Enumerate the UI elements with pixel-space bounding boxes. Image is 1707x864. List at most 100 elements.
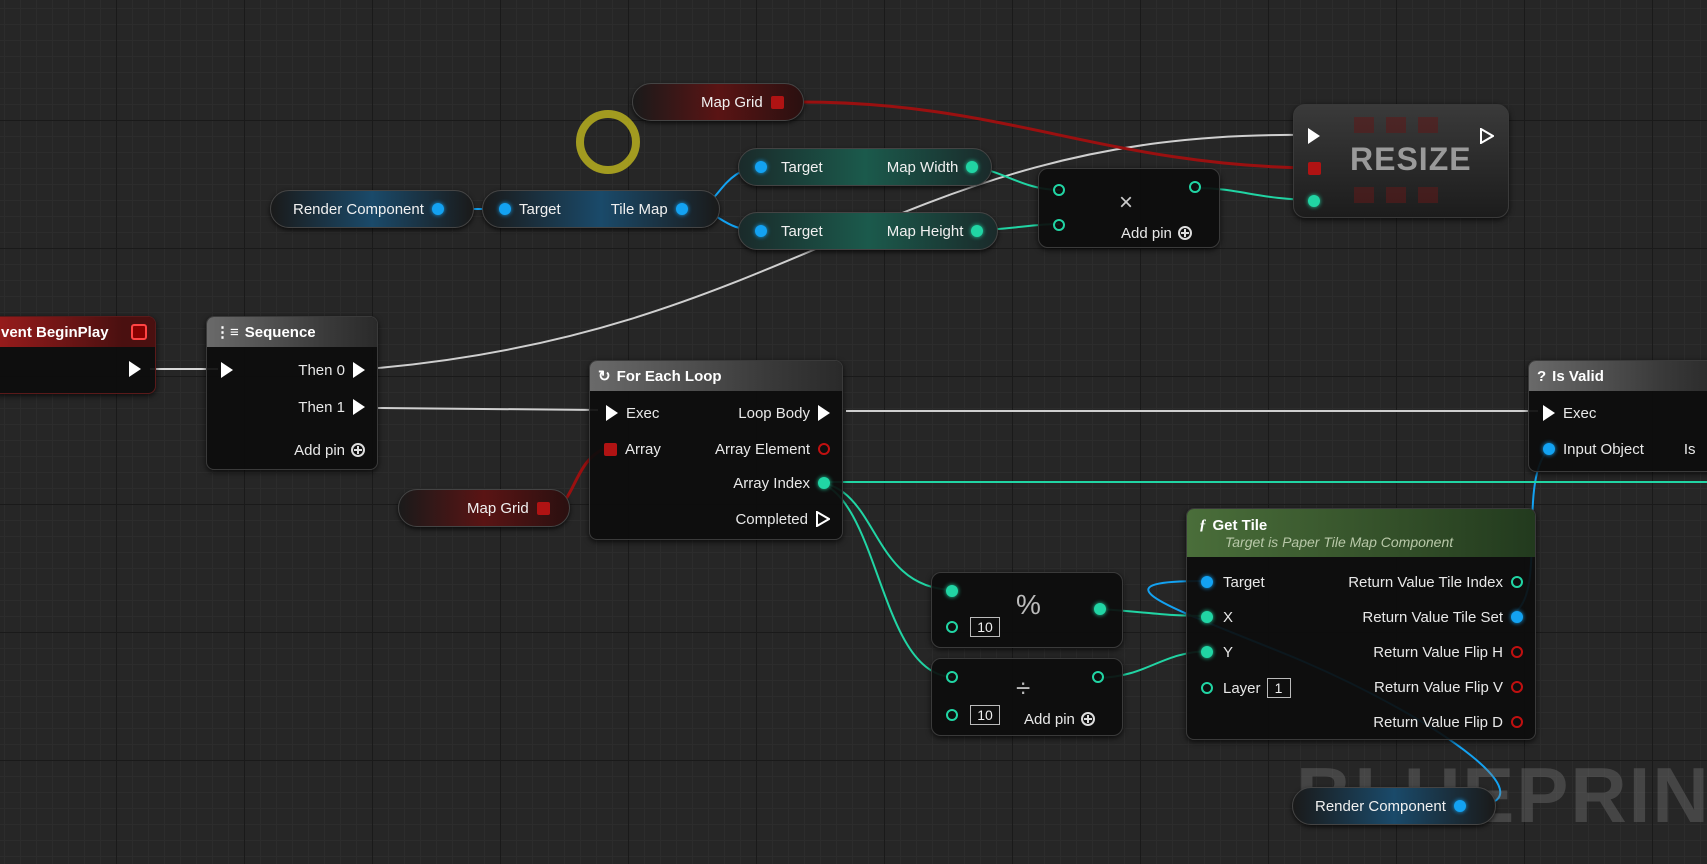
sequence-node[interactable]: ⋮≡ Sequence Then 0 Then 1 Add pin: [206, 316, 378, 470]
get-tile-layer-pin[interactable]: [1201, 682, 1213, 694]
resize-exec-out-icon[interactable]: [1480, 128, 1494, 144]
multiply-add-pin-button[interactable]: Add pin: [1121, 223, 1192, 243]
for-each-loop-header: ↻ For Each Loop: [590, 361, 842, 391]
map-width-output-pin[interactable]: [966, 161, 979, 173]
get-tile-output-0[interactable]: Return Value Tile Index: [1348, 572, 1523, 592]
get-tile-output-2[interactable]: Return Value Flip H: [1373, 642, 1523, 662]
map-grid-output-pin[interactable]: [770, 95, 784, 109]
sequence-then0[interactable]: Then 0: [298, 360, 365, 380]
get-tile-layer[interactable]: Layer 1: [1201, 678, 1291, 698]
is-valid-exec-in[interactable]: Exec: [1543, 403, 1596, 423]
for-each-loop-body[interactable]: Loop Body: [738, 403, 830, 423]
modulo-node[interactable]: 10 %: [931, 572, 1123, 648]
map-height-output-pin[interactable]: [971, 225, 984, 237]
map-grid-bottom-output-pin[interactable]: [536, 501, 550, 515]
map-grid-bottom-label: Map Grid: [467, 499, 529, 517]
begin-play-exec-out-icon[interactable]: [129, 361, 141, 377]
divide-input-b-pin[interactable]: [946, 709, 958, 721]
multiply-input-a-pin[interactable]: [1053, 184, 1065, 196]
is-valid-exec-icon[interactable]: [1543, 405, 1555, 421]
get-tile-y[interactable]: Y: [1201, 642, 1233, 662]
get-tile-target-pin[interactable]: [1201, 576, 1213, 588]
function-icon: ƒ: [1199, 516, 1207, 533]
for-each-exec-in-icon[interactable]: [606, 405, 618, 421]
render-component-variable-bottom[interactable]: Render Component: [1292, 787, 1496, 825]
input-object-pin[interactable]: [1543, 443, 1555, 455]
render-component-variable[interactable]: Render Component: [270, 190, 474, 228]
get-tile-node[interactable]: ƒ Get Tile Target is Paper Tile Map Comp…: [1186, 508, 1536, 740]
for-each-exec-label: Exec: [626, 404, 660, 422]
is-valid-node[interactable]: ? Is Valid Exec Input Object Is: [1528, 360, 1707, 472]
get-tile-y-pin[interactable]: [1201, 646, 1213, 658]
get-tile-x-pin[interactable]: [1201, 611, 1213, 623]
modulo-input-a-pin[interactable]: [946, 585, 958, 597]
get-tile-output-4[interactable]: Return Value Flip D: [1373, 712, 1523, 732]
render-component-output-pin[interactable]: [431, 203, 444, 215]
sequence-then1[interactable]: Then 1: [298, 397, 365, 417]
for-each-exec-in[interactable]: Exec: [606, 403, 659, 423]
divide-add-pin-button[interactable]: Add pin: [1024, 709, 1095, 729]
divide-node[interactable]: 10 ÷ Add pin: [931, 658, 1123, 736]
get-tile-output-1[interactable]: Return Value Tile Set: [1362, 607, 1523, 627]
completed-exec-icon[interactable]: [816, 511, 830, 527]
tile-set-pin[interactable]: [1511, 611, 1523, 623]
for-each-loop-node[interactable]: ↻ For Each Loop Exec Array Loop Body Arr…: [589, 360, 843, 540]
tile-index-pin[interactable]: [1511, 576, 1523, 588]
divide-output-pin[interactable]: [1092, 671, 1104, 683]
for-each-completed-label: Completed: [735, 510, 808, 528]
tile-map-output-pin[interactable]: [675, 203, 688, 215]
event-begin-play-node[interactable]: vent BeginPlay: [0, 316, 156, 394]
for-each-array-in[interactable]: Array: [604, 439, 661, 459]
for-each-array-pin[interactable]: [604, 442, 617, 456]
get-tile-layer-value-field[interactable]: 1: [1266, 678, 1291, 698]
get-map-height-node[interactable]: Target Map Height: [738, 212, 998, 250]
multiply-output-pin[interactable]: [1189, 181, 1201, 193]
flip-v-pin[interactable]: [1511, 681, 1523, 693]
get-tile-map-node[interactable]: Target Tile Map: [482, 190, 720, 228]
get-map-width-node[interactable]: Target Map Width: [738, 148, 992, 186]
map-height-target-label: Target: [781, 222, 823, 240]
array-index-pin[interactable]: [818, 477, 830, 489]
modulo-b-value-field[interactable]: 10: [970, 617, 1000, 637]
get-tile-x[interactable]: X: [1201, 607, 1233, 627]
sequence-exec-in-icon[interactable]: [221, 362, 233, 378]
for-each-array-index[interactable]: Array Index: [733, 473, 830, 493]
resize-node[interactable]: RESIZE: [1293, 104, 1509, 218]
for-each-completed[interactable]: Completed: [735, 509, 830, 529]
sequence-add-pin-button[interactable]: Add pin: [294, 440, 365, 460]
render-component-bottom-label: Render Component: [1315, 797, 1446, 815]
map-grid-variable-bottom[interactable]: Map Grid: [398, 489, 570, 527]
map-height-target-pin[interactable]: [755, 225, 767, 237]
resize-exec-in-icon[interactable]: [1308, 128, 1320, 144]
is-valid-input-object[interactable]: Input Object Is: [1543, 439, 1696, 459]
for-each-loop-title: For Each Loop: [616, 367, 722, 385]
divide-input-b[interactable]: 10: [946, 705, 1000, 725]
modulo-input-b[interactable]: 10: [946, 617, 1000, 637]
map-grid-variable-top[interactable]: Map Grid: [632, 83, 804, 121]
resize-array-input-pin[interactable]: [1308, 162, 1321, 175]
map-width-target-pin[interactable]: [755, 161, 767, 173]
flip-h-pin[interactable]: [1511, 646, 1523, 658]
divide-b-value-field[interactable]: 10: [970, 705, 1000, 725]
tile-map-target-pin[interactable]: [499, 203, 511, 215]
get-tile-target[interactable]: Target: [1201, 572, 1265, 592]
modulo-input-b-pin[interactable]: [946, 621, 958, 633]
then1-exec-icon[interactable]: [353, 399, 365, 415]
flip-d-pin[interactable]: [1511, 716, 1523, 728]
then0-exec-icon[interactable]: [353, 362, 365, 378]
divide-input-a-pin[interactable]: [946, 671, 958, 683]
loop-body-exec-icon[interactable]: [818, 405, 830, 421]
render-component-bottom-output-pin[interactable]: [1453, 800, 1466, 812]
get-tile-subtitle: Target is Paper Tile Map Component: [1225, 533, 1454, 550]
multiply-input-b-pin[interactable]: [1053, 219, 1065, 231]
tile-map-output-label: Tile Map: [610, 200, 668, 218]
multiply-node[interactable]: × Add pin: [1038, 168, 1220, 248]
for-each-array-element[interactable]: Array Element: [715, 439, 830, 459]
modulo-output-pin[interactable]: [1094, 603, 1106, 615]
get-tile-output-3[interactable]: Return Value Flip V: [1374, 677, 1523, 697]
question-icon: ?: [1537, 367, 1547, 385]
array-element-pin[interactable]: [818, 443, 830, 455]
get-tile-layer-label: Layer: [1223, 679, 1261, 697]
resize-int-input-pin[interactable]: [1308, 195, 1320, 207]
add-pin-icon: [1177, 226, 1192, 240]
